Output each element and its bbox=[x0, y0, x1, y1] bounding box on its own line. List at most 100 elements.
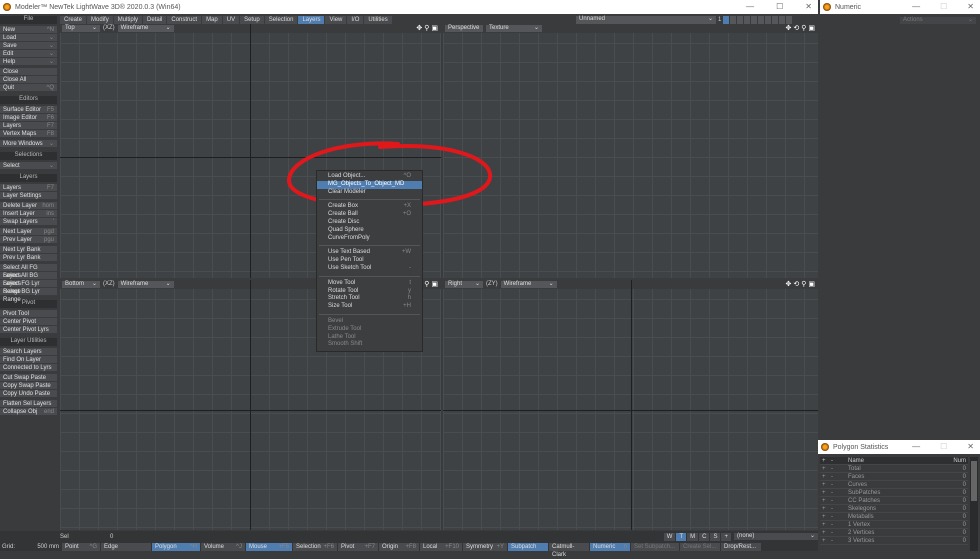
tab-utilities[interactable]: Utilities bbox=[364, 16, 392, 24]
tab-construct[interactable]: Construct bbox=[167, 16, 202, 24]
move-view-icon[interactable]: ✥ bbox=[785, 24, 791, 32]
collapse-icon[interactable]: - bbox=[829, 521, 838, 528]
layer-toggle[interactable] bbox=[730, 16, 737, 24]
menu-item-size-tool[interactable]: Size Tool +H bbox=[317, 303, 422, 311]
mode-button-W[interactable]: W bbox=[663, 532, 676, 541]
view-select[interactable]: Top ⌄ bbox=[62, 25, 100, 32]
close-button[interactable]: ✕ bbox=[967, 2, 974, 11]
sidebar-button-close[interactable]: Close bbox=[0, 68, 57, 76]
sidebar-button-quit[interactable]: Quit ^Q bbox=[0, 84, 57, 92]
sidebar-button-next-layer[interactable]: Next Layer pgd bbox=[0, 228, 57, 236]
sidebar-button-layer-settings[interactable]: Layer Settings bbox=[0, 192, 57, 200]
status-button-drop-rest-[interactable]: Drop/Rest... bbox=[721, 542, 761, 551]
expand-icon[interactable]: + bbox=[820, 521, 829, 528]
layer-toggle[interactable] bbox=[786, 16, 793, 24]
stats-row[interactable]: + - 2 Vertices 0 bbox=[820, 529, 968, 537]
tab-uv[interactable]: UV bbox=[222, 16, 240, 24]
object-select[interactable]: Unnamed ⌄ bbox=[576, 16, 716, 24]
col-name[interactable]: Name bbox=[838, 457, 942, 464]
tab-detail[interactable]: Detail bbox=[143, 16, 167, 24]
col-num[interactable]: Num bbox=[942, 457, 968, 464]
sidebar-button-connected-to-lyrs[interactable]: Connected to Lyrs bbox=[0, 364, 57, 372]
sidebar-button-select-fg-lyr-range[interactable]: Select FG Lyr Range bbox=[0, 280, 57, 295]
layer-toggle[interactable] bbox=[744, 16, 751, 24]
menu-item-move-tool[interactable]: Move Tool t bbox=[317, 280, 422, 288]
menu-item-use-pen-tool[interactable]: Use Pen Tool bbox=[317, 257, 422, 265]
maximize-viewport-icon[interactable]: ▣ bbox=[431, 24, 438, 32]
expand-icon[interactable]: + bbox=[820, 497, 829, 504]
sidebar-button-save[interactable]: Save ⌄ bbox=[0, 42, 57, 50]
sidebar-button-edit[interactable]: Edit ⌄ bbox=[0, 50, 57, 58]
tab-create[interactable]: Create bbox=[60, 16, 87, 24]
view-select[interactable]: Perspective⌄ bbox=[445, 25, 490, 32]
maximize-button[interactable]: ☐ bbox=[940, 442, 947, 451]
sidebar-button-layers[interactable]: Layers F7 bbox=[0, 184, 57, 192]
collapse-icon[interactable]: - bbox=[829, 537, 838, 544]
stats-row[interactable]: + - Faces 0 bbox=[820, 473, 968, 481]
actions-dropdown[interactable]: Actions ⌄ bbox=[900, 17, 976, 24]
sidebar-button-surface-editor[interactable]: Surface Editor F5 bbox=[0, 106, 57, 114]
minimize-button[interactable]: — bbox=[912, 2, 920, 11]
zoom-icon[interactable]: ⚲ bbox=[801, 24, 806, 32]
status-button-set-subpatch-[interactable]: Set Subpatch... bbox=[631, 542, 679, 551]
sidebar-button-select-all-bg-layers[interactable]: Select All BG Layers bbox=[0, 272, 57, 287]
status-button-create-sel-[interactable]: Create Sel... bbox=[680, 542, 720, 551]
sidebar-button-new[interactable]: New ^N bbox=[0, 26, 57, 34]
sidebar-button-flatten-sel-layers[interactable]: Flatten Sel Layers bbox=[0, 400, 57, 408]
tab-multiply[interactable]: Multiply bbox=[113, 16, 143, 24]
sidebar-button-collapse-obj[interactable]: Collapse Obj end bbox=[0, 408, 57, 416]
sidebar-button-pivot-tool[interactable]: Pivot Tool bbox=[0, 310, 57, 318]
sidebar-button-image-editor[interactable]: Image Editor F6 bbox=[0, 114, 57, 122]
zoom-icon[interactable]: ⚲ bbox=[801, 280, 806, 288]
sidebar-button-delete-layer[interactable]: Delete Layer hom bbox=[0, 202, 57, 210]
layer-toggle[interactable] bbox=[751, 16, 758, 24]
layer-toggle[interactable] bbox=[779, 16, 786, 24]
status-button-volume[interactable]: Volume ^J bbox=[201, 542, 245, 551]
menu-item-rotate-tool[interactable]: Rotate Tool y bbox=[317, 288, 422, 296]
stats-row[interactable]: + - Curves 0 bbox=[820, 481, 968, 489]
rotate-view-icon[interactable]: ⟲ bbox=[793, 24, 799, 32]
sidebar-button-copy-swap-paste[interactable]: Copy Swap Paste bbox=[0, 382, 57, 390]
menu-item-mg-objects-to-object-md[interactable]: MG_Objects_To_Object_MD bbox=[317, 180, 422, 189]
sidebar-button-center-pivot-lyrs[interactable]: Center Pivot Lyrs bbox=[0, 326, 57, 334]
sidebar-button-help[interactable]: Help ⌄ bbox=[0, 58, 57, 66]
sidebar-button-close-all[interactable]: Close All bbox=[0, 76, 57, 84]
minimize-button[interactable]: — bbox=[912, 442, 920, 451]
menu-item-lathe-tool[interactable]: Lathe Tool bbox=[317, 334, 422, 342]
collapse-icon[interactable]: - bbox=[829, 513, 838, 520]
render-mode-select[interactable]: Wireframe ⌄ bbox=[500, 281, 557, 288]
stats-row[interactable]: + - CC Patches 0 bbox=[820, 497, 968, 505]
layer-toggle[interactable] bbox=[737, 16, 744, 24]
stats-row[interactable]: + - Total 0 bbox=[820, 465, 968, 473]
layer-toggle[interactable] bbox=[765, 16, 772, 24]
collapse-icon[interactable]: - bbox=[829, 473, 838, 480]
status-button-point[interactable]: Point ^G bbox=[62, 542, 100, 551]
status-button-symmetry[interactable]: Symmetry +Y bbox=[463, 542, 507, 551]
sidebar-button-copy-undo-paste[interactable]: Copy Undo Paste bbox=[0, 390, 57, 398]
stats-row[interactable]: + - 1 Vertex 0 bbox=[820, 521, 968, 529]
mode-button-S[interactable]: S bbox=[710, 532, 721, 541]
sidebar-button-select-all-fg-layers[interactable]: Select All FG Layers bbox=[0, 264, 57, 279]
status-button-origin[interactable]: Origin +F8 bbox=[379, 542, 419, 551]
menu-item-create-box[interactable]: Create Box +X bbox=[317, 203, 422, 211]
sidebar-button-load[interactable]: Load ⌄ bbox=[0, 34, 57, 42]
move-view-icon[interactable]: ✥ bbox=[785, 280, 791, 288]
maximize-viewport-icon[interactable]: ▣ bbox=[431, 280, 438, 288]
sidebar-button-find-on-layer[interactable]: Find On Layer bbox=[0, 356, 57, 364]
render-mode-select[interactable]: Texture ⌄ bbox=[486, 25, 542, 32]
status-button-numeric[interactable]: Numeric n bbox=[590, 542, 630, 551]
menu-item-load-object-[interactable]: Load Object... ^O bbox=[317, 173, 422, 181]
collapse-icon[interactable]: - bbox=[829, 505, 838, 512]
status-button-pivot[interactable]: Pivot +F7 bbox=[338, 542, 378, 551]
menu-item-clear-modeler[interactable]: Clear Modeler bbox=[317, 189, 422, 197]
move-view-icon[interactable]: ✥ bbox=[416, 24, 422, 32]
menu-item-curvefrompoly[interactable]: CurveFromPoly bbox=[317, 235, 422, 243]
sidebar-button-select[interactable]: Select ⌄ bbox=[0, 162, 57, 170]
maximize-button[interactable]: ☐ bbox=[940, 2, 947, 11]
sidebar-button-swap-layers[interactable]: Swap Layers ' bbox=[0, 218, 57, 226]
stats-row[interactable]: + - 3 Vertices 0 bbox=[820, 537, 968, 545]
sidebar-button-insert-layer[interactable]: Insert Layer ins bbox=[0, 210, 57, 218]
stats-row[interactable]: + - Metaballs 0 bbox=[820, 513, 968, 521]
layer-toggle[interactable] bbox=[772, 16, 779, 24]
sidebar-button-prev-lyr-bank[interactable]: Prev Lyr Bank bbox=[0, 254, 57, 262]
